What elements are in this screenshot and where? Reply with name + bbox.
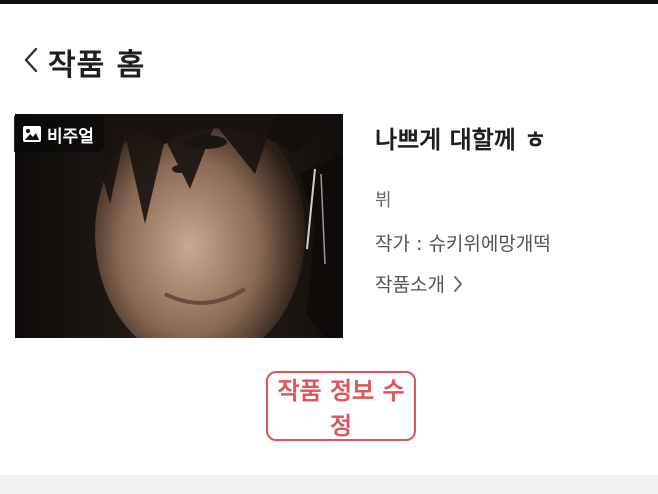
chevron-left-icon xyxy=(24,47,38,73)
genre-label: 뷔 xyxy=(375,190,392,211)
author-separator: : xyxy=(416,233,429,255)
chevron-right-icon xyxy=(454,275,462,292)
back-button[interactable] xyxy=(18,44,44,76)
page-title: 작품 홈 xyxy=(48,48,146,83)
author-name[interactable]: 슈키위에망개떡 xyxy=(428,233,550,255)
work-intro-label: 작품소개 xyxy=(375,274,445,296)
author-label: 작가 xyxy=(375,233,416,255)
visual-badge: 비주얼 xyxy=(14,116,104,152)
edit-work-info-button[interactable]: 작품 정보 수정 xyxy=(266,371,416,441)
author-row[interactable]: 작가 : 슈키위에망개떡 xyxy=(375,229,551,256)
work-title: 나쁘게 대할께 ㅎ xyxy=(375,126,547,154)
visual-badge-label: 비주얼 xyxy=(47,126,94,147)
bottom-divider-band xyxy=(0,475,658,494)
work-intro-link[interactable]: 작품소개 xyxy=(375,270,463,297)
image-icon xyxy=(23,126,41,142)
header-bar: 작품 홈 xyxy=(0,30,658,90)
top-border xyxy=(0,0,658,4)
